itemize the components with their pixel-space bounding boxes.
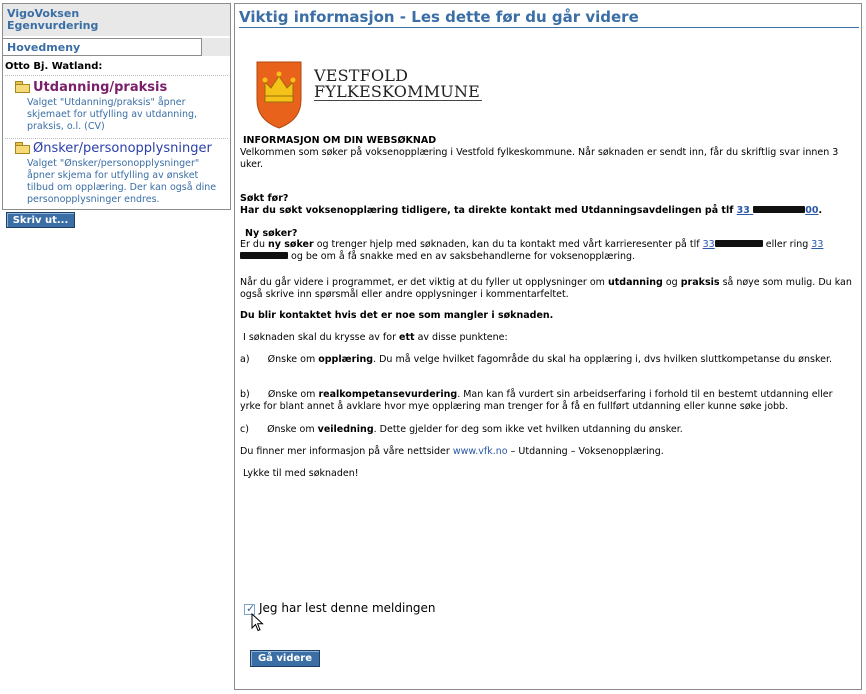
sokt-text: Har du søkt voksenopplæring tidligere, t… (240, 205, 734, 216)
app-header: VigoVoksen Egenvurdering (3, 4, 230, 36)
sokt-phone-link[interactable]: 33 00 (737, 205, 819, 216)
vfk-website-link[interactable]: www.vfk.no (453, 446, 508, 457)
sokt-paragraph: Har du søkt voksenopplæring tidligere, t… (240, 205, 823, 216)
main-panel: Viktig informasjon - Les dette før du gå… (234, 3, 862, 690)
app-title-line2: Egenvurdering (7, 19, 99, 32)
contact-notice: Du blir kontaktet hvis det er noe som ma… (240, 310, 554, 321)
sidebar-item-onsker-personopplysninger[interactable]: Ønsker/personopplysninger Valget "Ønsker… (15, 141, 225, 206)
sidebar-item-label[interactable]: Ønsker/personopplysninger (33, 141, 212, 156)
coat-of-arms-icon (256, 61, 302, 129)
ny-paragraph: Er du ny søker og trenger hjelp med søkn… (240, 239, 824, 262)
folder-icon (15, 81, 30, 93)
intro-text: Velkommen som søker på voksenopplæring i… (240, 147, 839, 170)
divider (5, 75, 228, 76)
option-b: b) Ønske om realkompetansevurdering. Man… (240, 389, 833, 412)
sidebar-item-description: Valget "Utdanning/praksis" åpner skjemae… (27, 97, 198, 132)
redacted-mark (714, 240, 763, 247)
karrieresenter-phone-link[interactable]: 33 (703, 239, 763, 250)
program-paragraph: Når du går videre i programmet, er det v… (240, 277, 852, 300)
folder-icon (15, 142, 30, 154)
tab-hovedmeny[interactable]: Hovedmeny (3, 38, 202, 56)
redacted-mark (753, 206, 806, 213)
sidebar-item-label[interactable]: Utdanning/praksis (33, 80, 167, 95)
info-heading: INFORMASJON OM DIN WEBSØKNAD (243, 135, 437, 146)
logo-text-fylkeskommune: FYLKESKOMMUNE (314, 82, 481, 101)
logo-divider (314, 100, 482, 101)
sidebar: VigoVoksen Egenvurdering Hovedmeny Otto … (2, 3, 231, 210)
sidebar-item-utdanning-praksis[interactable]: Utdanning/praksis Valget "Utdanning/prak… (15, 80, 225, 133)
sokt-heading: Søkt før? (240, 193, 289, 204)
choose-instruction: I søknaden skal du krysse av for ett av … (243, 332, 508, 343)
read-confirmation-label[interactable]: Jeg har lest denne meldingen (259, 601, 436, 615)
print-button[interactable]: Skriv ut... (6, 212, 75, 228)
redacted-mark (240, 252, 288, 259)
divider (5, 138, 228, 139)
continue-button[interactable]: Gå videre (250, 650, 320, 667)
option-a: a) Ønske om opplæring. Du må velge hvilk… (240, 354, 833, 365)
vestfold-fylkeskommune-logo: VESTFOLD FYLKESKOMMUNE (241, 52, 488, 132)
page-title: Viktig informasjon - Les dette før du gå… (239, 8, 639, 26)
more-info-paragraph: Du finner mer informasjon på våre nettsi… (240, 446, 664, 457)
sidebar-item-description: Valget "Ønsker/personopplysninger" åpner… (27, 158, 217, 205)
user-name: Otto Bj. Watland: (5, 61, 103, 72)
good-luck-text: Lykke til med søknaden! (243, 468, 359, 479)
title-divider (239, 27, 859, 28)
option-c: c) Ønske om veiledning. Dette gjelder fo… (240, 424, 683, 435)
mouse-cursor-icon (251, 613, 264, 632)
